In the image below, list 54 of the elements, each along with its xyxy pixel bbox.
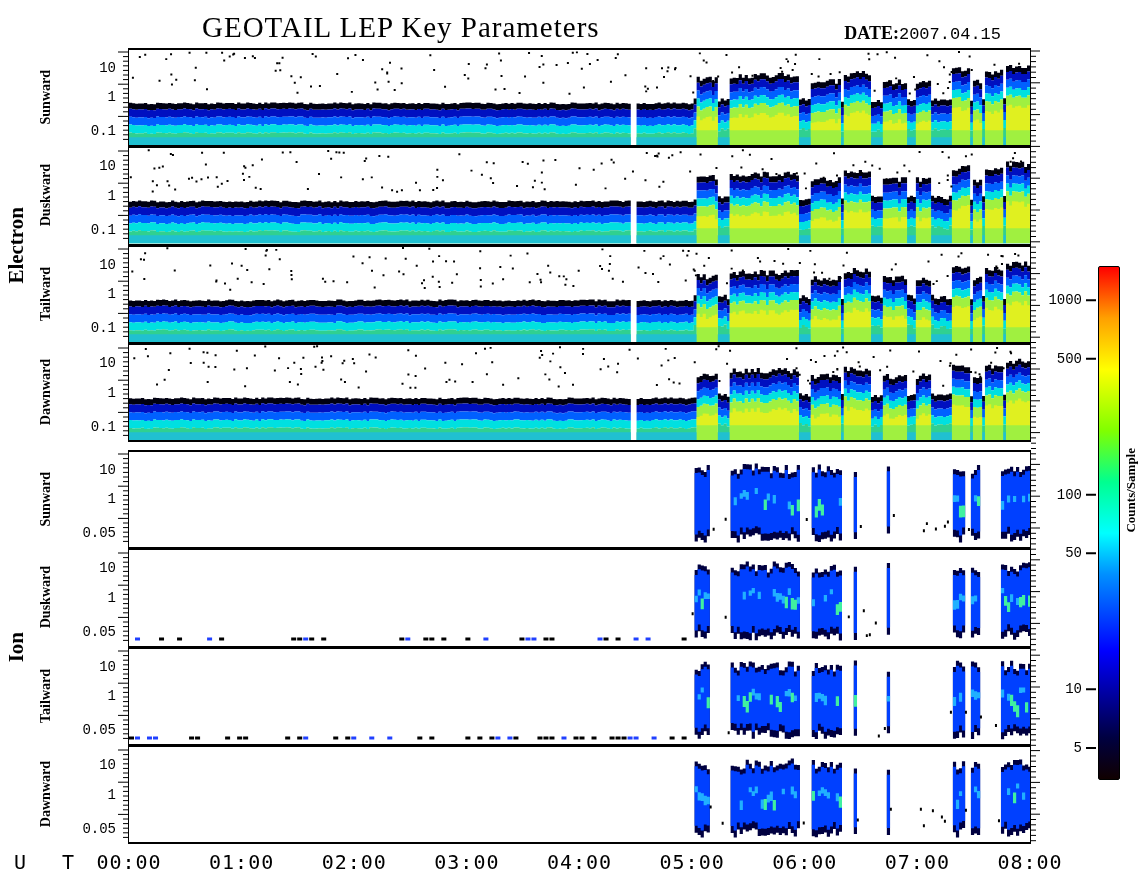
species-label: Electron xyxy=(3,206,29,284)
color-scale-title: Counts/Sample xyxy=(1123,448,1139,533)
date-value: 2007.04.15 xyxy=(898,25,1001,44)
color-scale-tick-label: 1000 xyxy=(1048,292,1082,309)
time-tick-label: 03:00 xyxy=(434,850,500,874)
time-tick-label: 07:00 xyxy=(884,850,950,874)
direction-label: Sunward xyxy=(38,471,54,527)
color-scale-tick-label: 5 xyxy=(1073,739,1082,756)
color-scale-tick-label: 50 xyxy=(1065,545,1082,562)
direction-label: Sunward xyxy=(38,69,54,125)
direction-label: Dawnward xyxy=(38,359,54,426)
axis-tick-label: 0.05 xyxy=(82,526,116,541)
time-tick-label: 00:00 xyxy=(96,850,162,874)
axis-tick-label: 1 xyxy=(107,492,116,506)
plot-title: GEOTAIL LEP Key Parameters xyxy=(202,11,600,44)
axis-tick-label: 1 xyxy=(107,287,116,301)
axis-tick-label: 10 xyxy=(99,758,116,773)
time-tick-label: 02:00 xyxy=(321,850,387,874)
time-axis-label: U T xyxy=(14,850,87,874)
time-tick-label: 06:00 xyxy=(772,850,838,874)
time-tick-label: 01:00 xyxy=(209,850,275,874)
direction-label: Dawnward xyxy=(38,761,54,828)
axis-tick-label: 0.1 xyxy=(90,222,116,237)
axis-tick-label: 0.05 xyxy=(82,821,116,836)
axis-tick-label: 1 xyxy=(107,188,116,203)
axis-tick-label: 0.05 xyxy=(82,624,116,639)
color-scale-tick-label: 100 xyxy=(1056,486,1082,503)
color-scale-tick-label: 500 xyxy=(1056,350,1082,367)
axis-tick-label: 10 xyxy=(99,462,116,477)
axis-tick-label: 1 xyxy=(107,787,116,802)
axis-tick-label: 0.05 xyxy=(82,723,116,738)
direction-label: Tailward xyxy=(38,267,54,321)
axis-tick-label: 10 xyxy=(99,659,116,674)
direction-label: Duskward xyxy=(38,164,54,227)
axis-tick-label: 1 xyxy=(107,385,116,400)
axis-tick-label: 1 xyxy=(107,90,116,104)
axis-tick-label: 0.1 xyxy=(90,124,116,139)
date-label: DATE: xyxy=(844,23,899,44)
color-scale-tick-label: 10 xyxy=(1065,681,1082,698)
axis-tick-label: 10 xyxy=(99,356,116,371)
axis-tick-label: 10 xyxy=(99,561,116,576)
time-tick-label: 05:00 xyxy=(659,850,725,874)
time-tick-label: 08:00 xyxy=(997,850,1063,874)
axis-tick-label: 10 xyxy=(99,60,116,75)
axis-tick-label: 10 xyxy=(99,257,116,272)
axis-tick-label: 10 xyxy=(99,159,116,174)
axis-tick-label: 1 xyxy=(107,590,116,605)
species-label: Ion xyxy=(3,631,29,663)
direction-label: Tailward xyxy=(38,669,54,723)
time-tick-label: 04:00 xyxy=(546,850,613,874)
axis-tick-label: 0.1 xyxy=(90,321,116,336)
axis-tick-label: 0.1 xyxy=(90,419,116,434)
direction-label: Duskward xyxy=(38,566,54,629)
axis-tick-label: 1 xyxy=(107,689,116,703)
